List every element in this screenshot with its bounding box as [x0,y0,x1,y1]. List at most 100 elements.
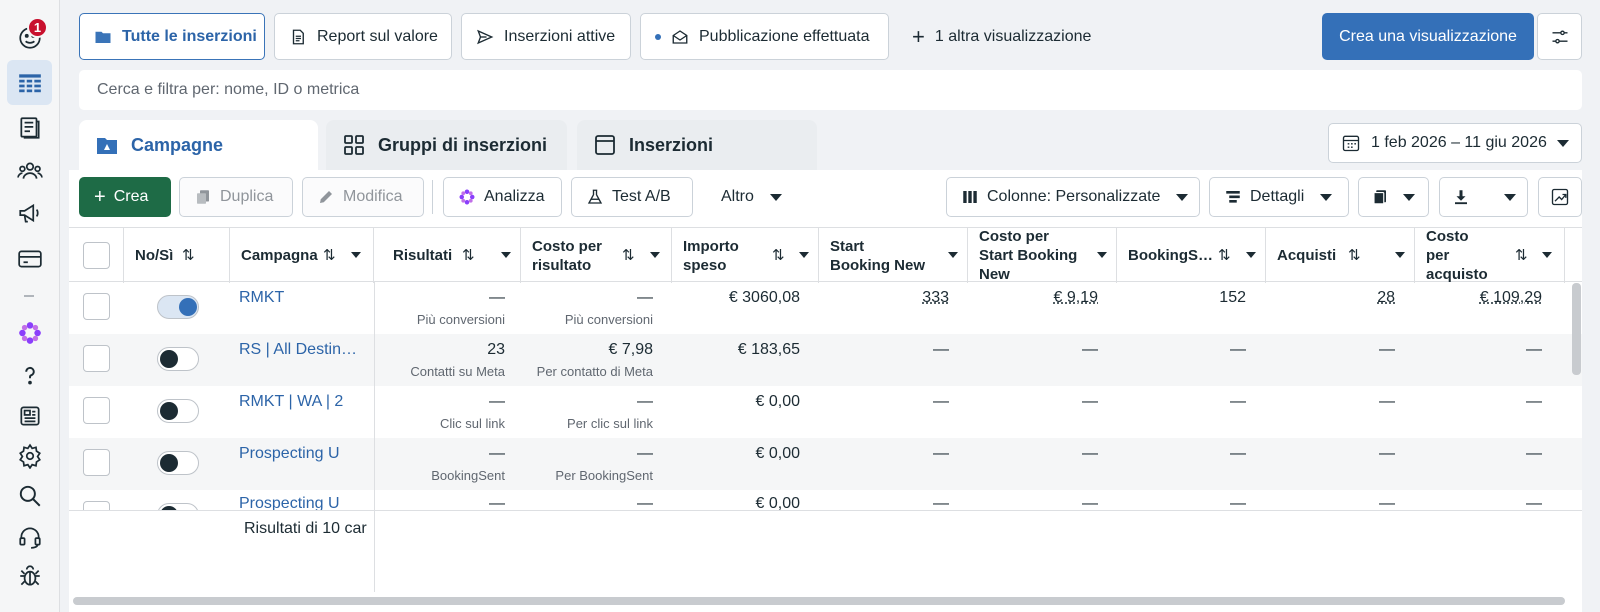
horizontal-scrollbar[interactable] [73,597,1565,605]
campaign-name-link[interactable]: Prospecting U [239,445,364,463]
details-dropdown[interactable]: Dettagli [1209,177,1349,217]
campaign-folder-icon [97,138,117,154]
col-purchases[interactable]: Acquisti ⇅ [1266,228,1415,283]
meta-ai-flower-icon[interactable] [7,310,52,355]
col-booking-sent[interactable]: BookingS… ⇅ [1117,228,1266,283]
table-header: No/Sì ⇅ Campagna ⇅ Risultati ⇅ Costo per… [69,227,1582,283]
view-active-ads-button[interactable]: Inserzioni attive [461,13,631,60]
sort-arrows-icon[interactable]: ⇅ [622,246,635,265]
export-dropdown[interactable] [1439,177,1528,217]
col-start-booking[interactable]: Start Booking New [819,228,968,283]
sort-arrows-icon[interactable]: ⇅ [1218,246,1231,265]
select-all-checkbox[interactable] [83,242,110,269]
more-views-label: 1 altra visualizzazione [934,27,1092,45]
view-all-ads-button[interactable]: Tutte le inserzioni [79,13,265,60]
search-filter-input[interactable]: Cerca e filtra per: nome, ID o metrica [79,70,1582,110]
more-views-button[interactable]: + 1 altra visualizzazione [912,13,1091,60]
more-dropdown[interactable]: Altro [706,177,786,217]
billing-card-icon[interactable] [7,236,52,281]
chevron-down-icon[interactable] [1395,252,1405,258]
campaign-toggle[interactable] [157,295,199,319]
chevron-down-icon[interactable] [351,252,361,258]
campaign-name-link[interactable]: RMKT [239,289,364,307]
results-type: Clic sul link [439,416,505,431]
purchases-value[interactable]: 28 [1377,289,1395,307]
columns-dropdown[interactable]: Colonne: Personalizzate [946,177,1200,217]
tab-campaigns[interactable]: Campagne [79,120,318,170]
chevron-down-icon[interactable] [650,252,660,258]
campaign-name-link[interactable]: RS | All Destinations [239,341,364,359]
sort-arrows-icon[interactable]: ⇅ [323,246,336,265]
campaign-name-link[interactable]: Prospecting U [239,495,364,510]
col-campaign[interactable]: Campagna ⇅ [230,228,374,283]
date-range-picker[interactable]: 1 feb 2026 – 11 giu 2026 [1328,123,1582,163]
col-cost-purchase[interactable]: Costo per acquisto ⇅ [1415,228,1565,283]
table-icon[interactable] [7,60,52,105]
campaign-toggle[interactable] [157,503,199,510]
chevron-down-icon[interactable] [501,252,511,258]
sort-arrows-icon[interactable]: ⇅ [182,246,195,265]
settings-gear-icon[interactable] [7,433,52,478]
reports-dropdown[interactable] [1358,177,1429,217]
row-checkbox[interactable] [83,293,110,320]
row-checkbox[interactable] [83,397,110,424]
campaign-toggle[interactable] [157,347,199,371]
sort-arrows-icon[interactable]: ⇅ [462,246,475,265]
duplicate-button[interactable]: Duplica [179,177,293,217]
campaigns-megaphone-icon[interactable] [7,190,52,235]
row-checkbox[interactable] [83,449,110,476]
tab-adsets[interactable]: Gruppi di inserzioni [326,120,567,170]
create-view-button[interactable]: Crea una visualizzazione [1322,13,1534,60]
chevron-down-icon[interactable] [799,252,809,258]
chevron-down-icon[interactable] [1097,252,1107,258]
rail-divider [24,295,34,297]
ad-window-icon [595,135,615,155]
view-published-button[interactable]: Pubblicazione effettuata [640,13,889,60]
help-question-icon[interactable] [7,352,52,397]
campaign-toggle[interactable] [157,399,199,423]
table-row[interactable]: RMKT | WA | 2 — Clic sul link — Per clic… [69,386,1582,438]
cost-purchase-value[interactable]: € 109,29 [1480,289,1542,307]
edit-button[interactable]: Modifica [302,177,424,217]
table-row[interactable]: RS | All Destinations 23 Contatti su Met… [69,334,1582,386]
view-settings-button[interactable] [1537,13,1582,60]
row-checkbox[interactable] [83,501,110,510]
bug-report-icon[interactable] [7,553,52,598]
audiences-icon[interactable] [7,148,52,193]
campaign-toggle[interactable] [157,451,199,475]
notifications-icon[interactable]: 1 [7,15,52,60]
create-button[interactable]: + Crea [79,177,171,217]
start-booking-value[interactable]: 333 [922,289,949,307]
reports-icon[interactable] [7,105,52,150]
chevron-down-icon[interactable] [1246,252,1256,258]
news-icon[interactable] [7,393,52,438]
cost-start-booking-value[interactable]: € 9,19 [1054,289,1098,307]
vertical-scrollbar[interactable] [1572,283,1581,375]
col-cpr[interactable]: Costo per risultato ⇅ [521,228,672,283]
booking-sent-value: 152 [1219,289,1246,306]
sort-arrows-icon[interactable]: ⇅ [1515,246,1528,265]
view-value-report-label: Report sul valore [317,27,438,45]
table-row[interactable]: RMKT — Più conversioni — Più conversioni… [69,282,1582,334]
search-icon[interactable] [7,473,52,518]
chevron-down-icon[interactable] [1542,252,1552,258]
col-cost-start-booking[interactable]: Costo per Start Booking New [968,228,1117,283]
col-cost-start-booking-label: Costo per Start Booking New [979,228,1078,283]
ab-test-button[interactable]: Test A/B [571,177,693,217]
sort-arrows-icon[interactable]: ⇅ [772,246,785,265]
table-row[interactable]: Prospecting U — — € 0,00 — — — — — [69,490,1582,510]
sort-arrows-icon[interactable]: ⇅ [1348,246,1361,265]
notification-badge: 1 [27,17,48,38]
analyze-button[interactable]: Analizza [443,177,562,217]
tab-ads[interactable]: Inserzioni [577,120,817,170]
view-value-report-button[interactable]: Report sul valore [274,13,452,60]
table-row[interactable]: Prospecting U — BookingSent — Per Bookin… [69,438,1582,490]
chart-expand-button[interactable] [1538,177,1582,217]
campaign-name-link[interactable]: RMKT | WA | 2 [239,393,364,411]
row-checkbox[interactable] [83,345,110,372]
col-spend[interactable]: Importo speso ⇅ [672,228,819,283]
chevron-down-icon[interactable] [948,252,958,258]
tab-ads-label: Inserzioni [629,134,714,155]
col-results[interactable]: Risultati ⇅ [374,228,521,283]
col-toggle[interactable]: No/Sì ⇅ [124,228,230,283]
